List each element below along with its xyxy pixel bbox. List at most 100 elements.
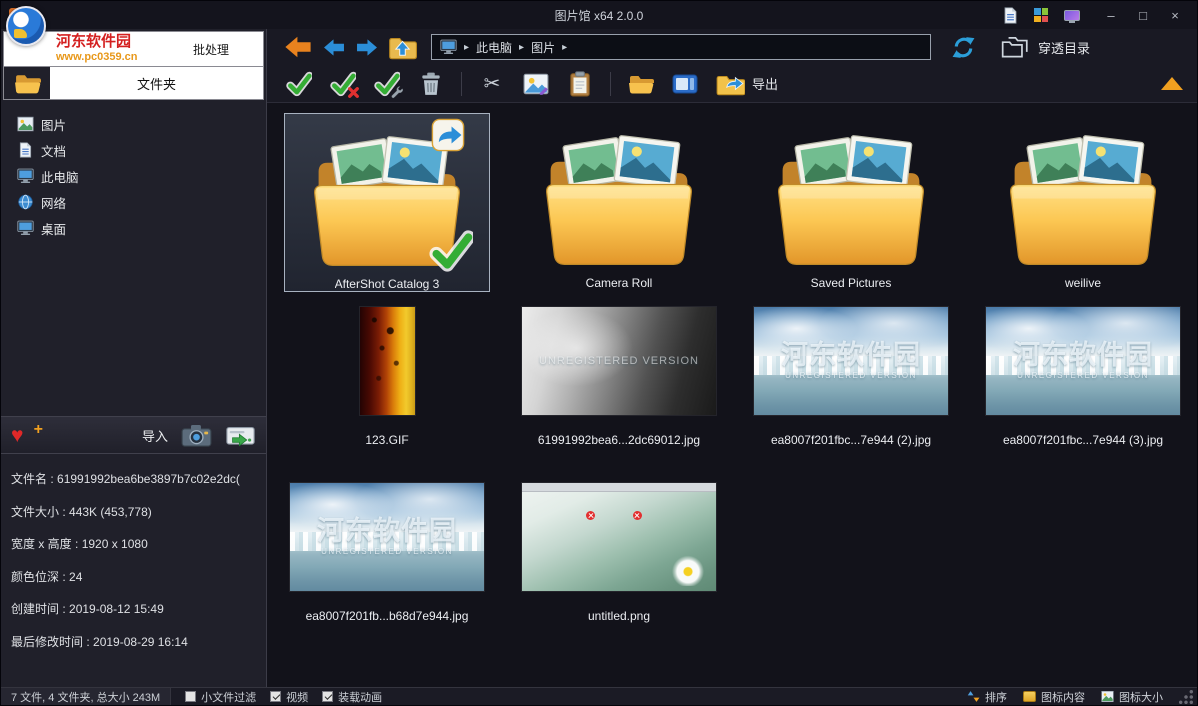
info-separator: : — [59, 570, 69, 584]
grid-item-folder-aftershot[interactable]: AfterShot Catalog 3 — [284, 113, 490, 292]
info-dimensions: 宽度 x 高度 : 1920 x 1080 — [11, 535, 256, 552]
display-icon[interactable] — [1063, 7, 1081, 24]
refresh-icon[interactable] — [950, 35, 977, 60]
checkbox-box[interactable] — [270, 691, 281, 702]
edit-image-icon[interactable] — [522, 70, 550, 98]
info-separator: : — [59, 505, 69, 519]
app-window: 图片馆 x64 2.0.0 – □ × 河东软件园 www.pc0359.cn … — [0, 0, 1198, 706]
minimize-button[interactable]: – — [1097, 5, 1125, 25]
folder-up-icon[interactable] — [388, 34, 417, 61]
grid-item-file-jpg-1[interactable]: UNREGISTERED VERSION 61991992bea6...2dc6… — [516, 299, 722, 447]
checkbox-box[interactable] — [185, 691, 196, 702]
cut-icon[interactable]: ✂ — [478, 70, 506, 98]
toolbar-divider — [461, 72, 462, 96]
video-checkbox[interactable]: 视频 — [270, 689, 308, 705]
info-value: 2019-08-12 15:49 — [69, 602, 164, 616]
maximize-button[interactable]: □ — [1129, 5, 1157, 25]
paste-icon[interactable] — [566, 70, 594, 98]
statusbar: 7 文件, 4 文件夹, 总大小 243M 小文件过滤 视频 装载动画 排序 图… — [1, 687, 1197, 705]
filter-small-files-checkbox[interactable]: 小文件过滤 — [185, 689, 256, 705]
info-value: 443K (453,778) — [69, 505, 152, 519]
file-thumbnail: 河东软件园UNREGISTERED VERSION — [290, 483, 484, 591]
file-grid: AfterShot Catalog 3 Camera Roll Saved Pi… — [267, 103, 1197, 687]
red-marker-icon — [633, 511, 642, 520]
tree-item-documents[interactable]: 文档 — [11, 138, 262, 162]
site-watermark-text: 河东软件园 www.pc0359.cn — [56, 34, 138, 63]
library-icon[interactable] — [1001, 7, 1019, 24]
resize-grip[interactable] — [1179, 690, 1193, 704]
uncheck-icon[interactable] — [329, 70, 357, 98]
sort-button[interactable]: 排序 — [967, 689, 1007, 705]
export-button[interactable]: 导出 — [715, 70, 778, 98]
item-label: Camera Roll — [586, 276, 653, 290]
breadcrumb[interactable]: ▸ 此电脑 ▸ 图片 ▸ — [431, 34, 931, 60]
folders-header-label: 文件夹 — [50, 67, 263, 99]
folder-thumb — [748, 115, 954, 267]
breadcrumb-separator: ▸ — [562, 42, 567, 53]
sort-label: 排序 — [985, 689, 1007, 705]
back-icon[interactable] — [283, 35, 313, 59]
grid-item-folder-saved-pictures[interactable]: Saved Pictures — [748, 113, 954, 290]
info-label: 最后修改时间 — [11, 635, 83, 649]
check-tools-icon[interactable] — [373, 70, 401, 98]
icon-size-button[interactable]: 图标大小 — [1101, 689, 1163, 705]
folder-thumb — [516, 115, 722, 267]
batch-process-label[interactable]: 批处理 — [193, 41, 255, 58]
breadcrumb-pictures[interactable]: 图片 — [531, 39, 555, 56]
file-thumbnail — [360, 307, 415, 415]
info-separator: : — [72, 537, 82, 551]
new-folder-icon[interactable] — [627, 70, 655, 98]
import-bar: ♥+ 导入 — [1, 416, 266, 454]
pierce-directory-label: 穿透目录 — [1038, 38, 1090, 57]
folder-stack-icon — [1000, 34, 1030, 60]
tree-item-this-pc[interactable]: 此电脑 — [11, 164, 262, 188]
check-all-icon[interactable] — [285, 70, 313, 98]
red-marker-icon — [586, 511, 595, 520]
export-label: 导出 — [752, 74, 778, 93]
navigation-toolbar: ▸ 此电脑 ▸ 图片 ▸ 穿透目录 — [267, 29, 1197, 65]
actions-toolbar: ✂ 导出 — [267, 65, 1197, 103]
pierce-directory-button[interactable]: 穿透目录 — [1000, 34, 1090, 60]
info-value: 24 — [69, 570, 82, 584]
computer-icon — [17, 168, 34, 184]
import-camera-icon[interactable] — [181, 423, 212, 448]
export-folder-icon — [715, 71, 745, 97]
load-animation-checkbox[interactable]: 装载动画 — [322, 689, 382, 705]
grid-item-file-jpg-2[interactable]: 河东软件园UNREGISTERED VERSION ea8007f201fbc.… — [748, 299, 954, 447]
apps-grid-icon[interactable] — [1032, 7, 1050, 24]
add-favorite-icon[interactable]: ♥+ — [11, 425, 47, 446]
folders-header-iconzone — [4, 67, 50, 99]
checkbox-label: 装载动画 — [338, 689, 382, 705]
delete-icon[interactable] — [417, 70, 445, 98]
item-label: untitled.png — [588, 609, 650, 623]
folders-header: 文件夹 — [3, 67, 264, 100]
flower-graphic — [670, 554, 706, 586]
status-summary: 7 文件, 4 文件夹, 总大小 243M — [1, 688, 171, 705]
icon-size-icon — [1101, 690, 1114, 703]
item-label: Saved Pictures — [811, 276, 892, 290]
tree-item-network[interactable]: 网络 — [11, 190, 262, 214]
tree-item-label: 网络 — [41, 193, 66, 212]
file-info-panel: 文件名 : 61991992bea6be3897b7c02e2dc( 文件大小 … — [1, 454, 266, 687]
grid-item-file-gif[interactable]: 123.GIF — [284, 299, 490, 447]
nav-right-icon[interactable] — [355, 38, 379, 57]
grid-item-file-untitled-png[interactable]: untitled.png — [516, 475, 722, 623]
checkbox-box[interactable] — [322, 691, 333, 702]
collapse-toolbar-icon[interactable] — [1161, 77, 1183, 90]
info-value: 61991992bea6be3897b7c02e2dc( — [57, 472, 240, 486]
grid-item-folder-weilive[interactable]: weilive — [980, 113, 1186, 290]
import-drive-icon[interactable] — [225, 423, 256, 448]
documents-icon — [17, 142, 34, 158]
slideshow-icon[interactable] — [671, 70, 699, 98]
grid-item-file-jpg-3[interactable]: 河东软件园UNREGISTERED VERSION ea8007f201fbc.… — [980, 299, 1186, 447]
grid-item-folder-camera-roll[interactable]: Camera Roll — [516, 113, 722, 290]
breadcrumb-this-pc[interactable]: 此电脑 — [476, 39, 512, 56]
nav-left-icon[interactable] — [322, 38, 346, 57]
network-icon — [17, 194, 34, 210]
close-button[interactable]: × — [1161, 5, 1189, 25]
tree-item-desktop[interactable]: 桌面 — [11, 216, 262, 240]
tree-item-pictures[interactable]: 图片 — [11, 112, 262, 136]
sidebar: 河东软件园 www.pc0359.cn 批处理 文件夹 图片 — [1, 29, 267, 687]
icon-content-button[interactable]: 图标内容 — [1023, 689, 1085, 705]
grid-item-file-jpg-4[interactable]: 河东软件园UNREGISTERED VERSION ea8007f201fb..… — [284, 475, 490, 623]
